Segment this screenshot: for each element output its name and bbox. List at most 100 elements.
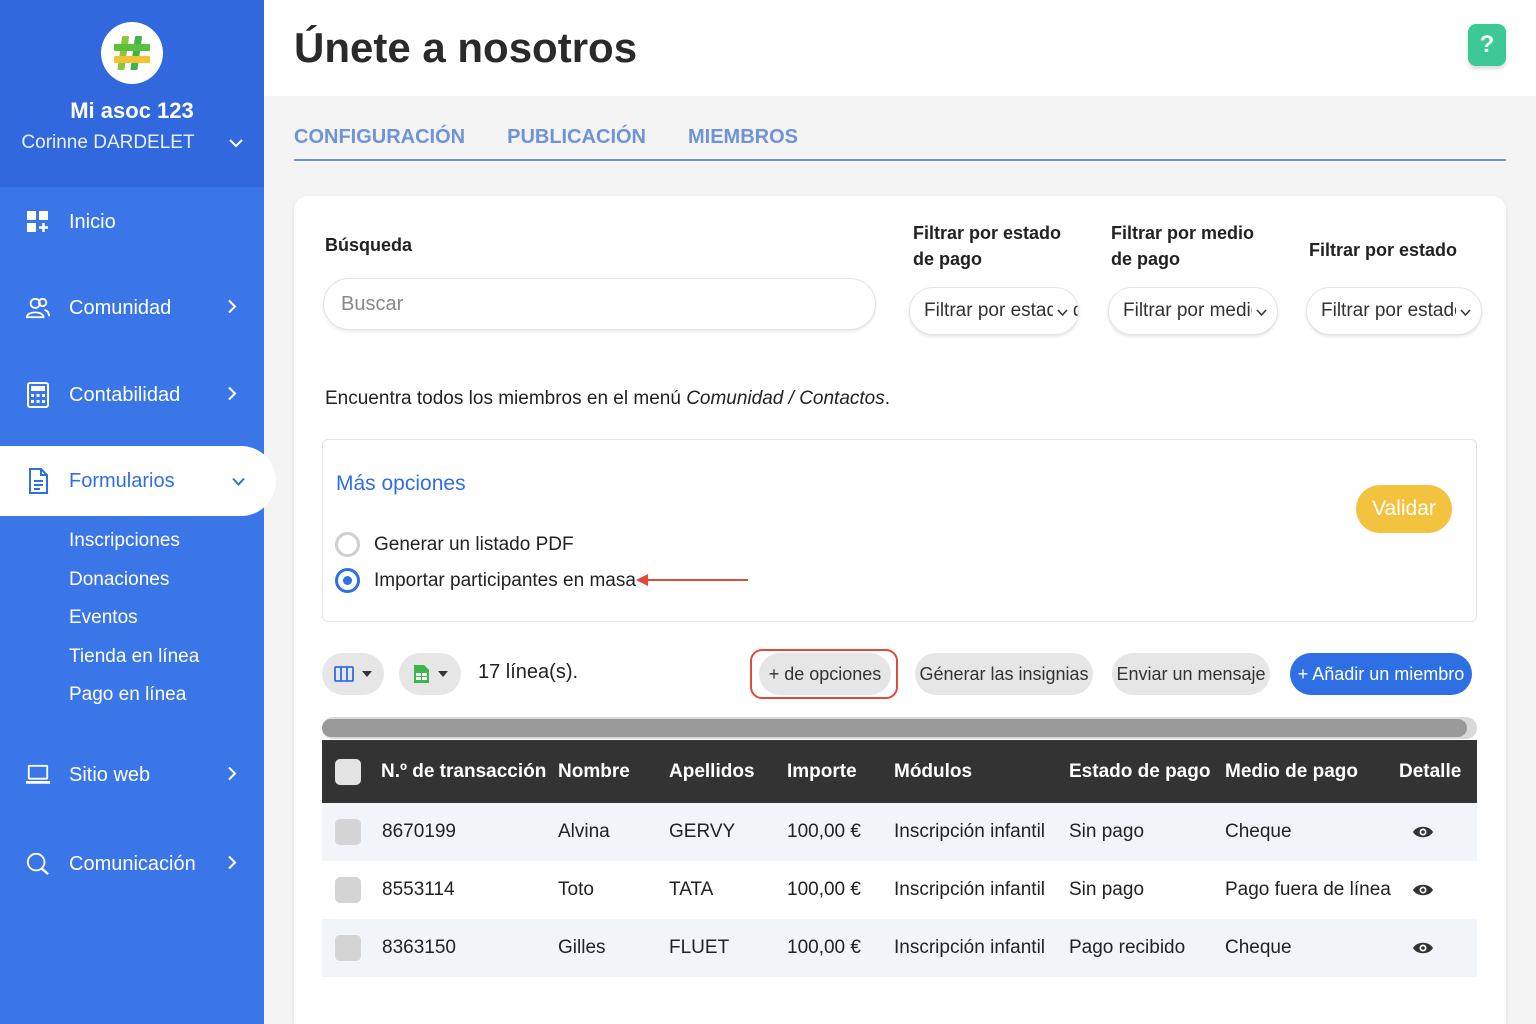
cell-medio-pago: Cheque (1225, 821, 1292, 842)
sidebar-item-label: Contabilidad (69, 383, 181, 406)
cell-estado-pago: Sin pago (1069, 879, 1145, 900)
sidebar-item-sitio-web[interactable]: Sitio web (0, 740, 264, 810)
cell-apellidos: TATA (669, 879, 714, 900)
more-options-panel: Más opciones Generar un listado PDF Impo… (322, 439, 1477, 622)
add-member-button[interactable]: + Añadir un miembro (1290, 653, 1472, 695)
chevron-down-icon (1053, 300, 1068, 322)
chevron-right-icon (228, 384, 237, 407)
sidebar-header: Mi asoc 123 Corinne DARDELET (0, 0, 264, 187)
status-filter-label: Filtrar por estado (1309, 240, 1458, 260)
cell-nombre: Alvina (558, 821, 610, 842)
tab-publicacion[interactable]: PUBLICACIÓN (507, 120, 646, 159)
status-select[interactable]: Filtrar por estado (1306, 287, 1482, 335)
validate-button[interactable]: Validar (1356, 485, 1452, 533)
col-medio-pago[interactable]: Medio de pago (1225, 761, 1358, 783)
members-table: N.º de transacción Nombre Apellidos Impo… (322, 740, 1477, 977)
eye-icon[interactable] (1412, 825, 1434, 839)
eye-icon[interactable] (1412, 941, 1434, 955)
subitem-eventos[interactable]: Eventos (69, 599, 199, 638)
subitem-pago[interactable]: Pago en línea (69, 676, 199, 715)
col-modulos[interactable]: Módulos (894, 761, 972, 783)
sidebar-item-contabilidad[interactable]: Contabilidad (0, 360, 264, 430)
table-row[interactable]: 8670199 Alvina GERVY 100,00 € Inscripció… (322, 803, 1477, 861)
sidebar-item-label: Sitio web (69, 763, 151, 786)
cell-importe: 100,00 € (787, 937, 861, 958)
columns-toggle-button[interactable] (322, 653, 384, 695)
radio-import-participants[interactable]: Importar participantes en masa (335, 568, 636, 593)
radio-on-icon[interactable] (335, 568, 360, 593)
payment-status-filter-label: Filtrar por estado de pago (913, 223, 1062, 269)
user-menu[interactable]: Corinne DARDELET (21, 132, 243, 154)
calculator-icon (26, 382, 50, 408)
select-all-checkbox[interactable] (335, 758, 361, 785)
document-icon (26, 468, 50, 494)
sidebar-item-comunicacion[interactable]: Comunicación (0, 829, 264, 899)
cell-estado-pago: Pago recibido (1069, 937, 1186, 958)
col-transaction[interactable]: N.º de transacción (381, 761, 546, 783)
payment-method-filter-label: Filtrar por medio de pago (1111, 223, 1255, 269)
cell-transaction: 8670199 (382, 821, 456, 842)
row-checkbox[interactable] (335, 819, 361, 845)
columns-icon (334, 666, 354, 682)
cell-medio-pago: Pago fuera de línea (1225, 879, 1391, 900)
export-excel-button[interactable] (399, 653, 461, 695)
org-name: Mi asoc 123 (70, 98, 194, 123)
cell-transaction: 8553114 (382, 879, 455, 900)
search-input[interactable] (323, 278, 876, 330)
payment-method-value: Filtrar por medio (1123, 300, 1262, 321)
hashtag-logo-icon[interactable] (101, 22, 163, 84)
payment-method-select[interactable]: Filtrar por medio (1108, 287, 1278, 335)
table-row[interactable]: 8553114 Toto TATA 100,00 € Inscripción i… (322, 861, 1477, 919)
tab-bar: CONFIGURACIÓN PUBLICACIÓN MIEMBROS (294, 120, 1506, 161)
sidebar-item-label: Comunicación (69, 852, 196, 875)
sidebar-item-formularios[interactable]: Formularios (0, 446, 276, 516)
tab-configuracion[interactable]: CONFIGURACIÓN (294, 120, 465, 159)
cell-modulos: Inscripción infantil (894, 937, 1046, 958)
col-importe[interactable]: Importe (787, 761, 857, 783)
col-nombre[interactable]: Nombre (558, 761, 630, 783)
chevron-down-icon (232, 470, 245, 493)
line-count: 17 línea(s). (478, 661, 579, 683)
table-header: N.º de transacción Nombre Apellidos Impo… (322, 740, 1477, 803)
horizontal-scrollbar[interactable] (322, 717, 1477, 739)
generate-badges-button[interactable]: Génerar las insignias (915, 653, 1093, 695)
col-apellidos[interactable]: Apellidos (669, 761, 755, 783)
scrollbar-thumb[interactable] (322, 719, 1467, 737)
arrow-left-icon (636, 574, 748, 586)
row-checkbox[interactable] (335, 935, 361, 961)
radio-off-icon[interactable] (335, 532, 360, 557)
page-title: Únete a nosotros (294, 24, 638, 71)
cell-modulos: Inscripción infantil (894, 879, 1046, 900)
caret-down-icon (438, 671, 448, 677)
chevron-down-icon (1456, 300, 1471, 322)
subitem-tienda[interactable]: Tienda en línea (69, 638, 199, 677)
tab-miembros[interactable]: MIEMBROS (688, 120, 798, 159)
col-estado-pago[interactable]: Estado de pago (1069, 761, 1210, 783)
info-text: Encuentra todos los miembros en el menú … (325, 388, 891, 409)
sidebar-item-comunidad[interactable]: Comunidad (0, 273, 264, 343)
topbar: Únete a nosotros ? (264, 0, 1536, 96)
eye-icon[interactable] (1412, 883, 1434, 897)
send-message-button[interactable]: Enviar un mensaje (1112, 653, 1270, 695)
chevron-right-icon (228, 853, 237, 876)
cell-modulos: Inscripción infantil (894, 821, 1046, 842)
members-card: Búsqueda Filtrar por estado de pago Filt… (294, 196, 1506, 1024)
users-icon (26, 296, 50, 320)
help-button[interactable]: ? (1468, 24, 1506, 66)
subitem-donaciones[interactable]: Donaciones (69, 561, 199, 600)
cell-transaction: 8363150 (382, 937, 456, 958)
row-checkbox[interactable] (335, 877, 361, 903)
status-value: Filtrar por estado (1321, 300, 1465, 321)
sidebar-item-inicio[interactable]: Inicio (0, 187, 264, 257)
cell-importe: 100,00 € (787, 879, 861, 900)
cell-medio-pago: Cheque (1225, 937, 1292, 958)
cell-nombre: Toto (558, 879, 594, 900)
table-row[interactable]: 8363150 Gilles FLUET 100,00 € Inscripció… (322, 919, 1477, 977)
payment-status-select[interactable]: Filtrar por estado de pago (909, 287, 1079, 335)
radio-generate-pdf[interactable]: Generar un listado PDF (335, 532, 574, 557)
subitem-inscripciones[interactable]: Inscripciones (69, 522, 199, 561)
dashboard-icon (26, 210, 50, 234)
more-options-button[interactable]: + de opciones (759, 653, 891, 695)
excel-file-icon (414, 665, 429, 683)
chat-icon (26, 852, 50, 876)
